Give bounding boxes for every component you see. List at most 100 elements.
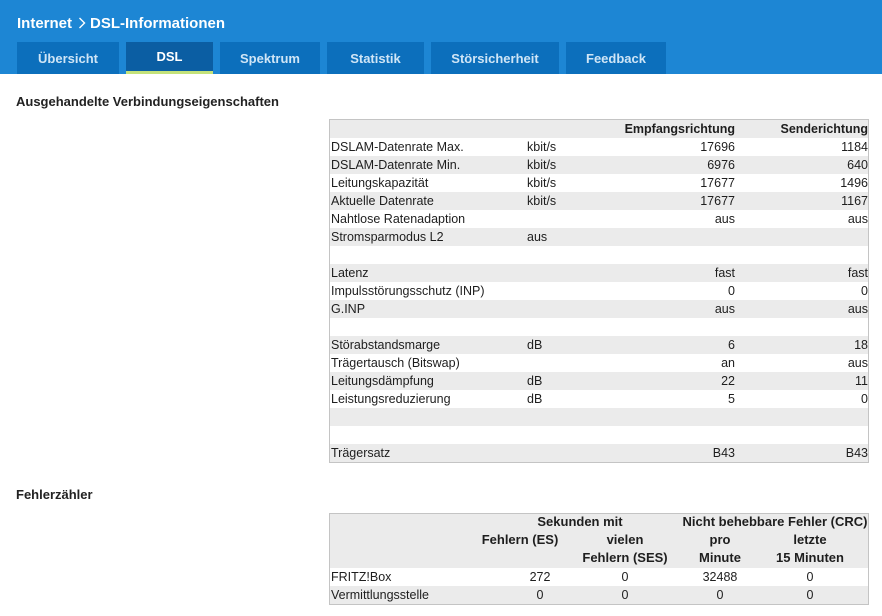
connection-row	[330, 318, 868, 336]
connection-row: Störabstandsmarge dB 6 18	[330, 336, 868, 354]
breadcrumb: Internet DSL-Informationen	[17, 13, 225, 33]
header-crc: Nicht behebbare Fehler (CRC)	[682, 514, 868, 529]
row-down-value: 6	[728, 338, 735, 352]
row-label: Leitungskapazität	[331, 176, 429, 190]
tab-feedback[interactable]: Feedback	[566, 42, 666, 74]
row-label: Aktuelle Datenrate	[331, 194, 434, 208]
row-up-value: 11	[855, 374, 868, 388]
error-ses-value: 0	[621, 570, 629, 584]
connection-row: Leitungskapazität kbit/s 17677 1496	[330, 174, 868, 192]
row-label: DSLAM-Datenrate Min.	[331, 158, 461, 172]
connection-table-header: Empfangsrichtung Senderichtung	[330, 120, 868, 138]
row-label: Nahtlose Ratenadaption	[331, 212, 466, 226]
row-up-value: 18	[854, 338, 868, 352]
row-up-value: 640	[847, 158, 868, 172]
tab-bar: Übersicht DSL Spektrum Statistik Störsic…	[17, 42, 673, 74]
row-up-value: 1167	[841, 194, 868, 208]
connection-row: Nahtlose Ratenadaption aus aus	[330, 210, 868, 228]
chevron-right-icon	[78, 17, 86, 29]
error-crc-15min-value: 0	[806, 570, 814, 584]
tab-dsl[interactable]: DSL	[126, 42, 213, 74]
row-up-value: 0	[861, 392, 868, 406]
row-label: Stromsparmodus L2	[331, 230, 444, 244]
connection-row	[330, 246, 868, 264]
row-up-value: aus	[847, 356, 868, 370]
connection-table: Empfangsrichtung Senderichtung DSLAM-Dat…	[329, 119, 869, 463]
col-header-down: Empfangsrichtung	[624, 122, 735, 136]
row-unit: kbit/s	[527, 140, 557, 154]
row-up-value: aus	[847, 302, 868, 316]
tab-spektrum[interactable]: Spektrum	[220, 42, 320, 74]
row-unit: dB	[527, 338, 543, 352]
header-es: Fehlern (ES)	[481, 532, 559, 547]
row-unit: kbit/s	[527, 176, 557, 190]
connection-row: DSLAM-Datenrate Max. kbit/s 17696 1184	[330, 138, 868, 156]
connection-row	[330, 408, 868, 426]
row-unit: dB	[527, 392, 543, 406]
row-down-value: 22	[721, 374, 735, 388]
row-up-value: 1184	[841, 140, 868, 154]
row-unit: kbit/s	[527, 194, 557, 208]
row-up-value: B43	[845, 446, 868, 460]
tab-statistik[interactable]: Statistik	[327, 42, 424, 74]
row-down-value: 0	[728, 284, 735, 298]
row-unit: dB	[527, 374, 543, 388]
row-label: G.INP	[331, 302, 366, 316]
header-ses-line1: vielen	[606, 532, 644, 547]
connection-row: Impulsstörungsschutz (INP) 0 0	[330, 282, 868, 300]
error-crc-15min-value: 0	[806, 588, 814, 602]
breadcrumb-internet[interactable]: Internet	[17, 15, 72, 32]
row-down-value: B43	[712, 446, 735, 460]
error-es-value: 272	[529, 570, 551, 584]
header-crc-15min-line2: 15 Minuten	[776, 550, 844, 565]
row-unit: aus	[527, 230, 548, 244]
error-row: FRITZ!Box 272 0 32488 0	[330, 568, 868, 586]
connection-row: Stromsparmodus L2 aus	[330, 228, 868, 246]
error-row: Vermittlungsstelle 0 0 0 0	[330, 586, 868, 604]
col-header-up: Senderichtung	[780, 122, 868, 136]
row-label: Leistungsreduzierung	[331, 392, 451, 406]
row-down-value: aus	[714, 212, 735, 226]
page-title: DSL-Informationen	[90, 14, 226, 32]
header-seconds: Sekunden mit	[537, 514, 623, 529]
connection-row: DSLAM-Datenrate Min. kbit/s 6976 640	[330, 156, 868, 174]
row-label: DSLAM-Datenrate Max.	[331, 140, 464, 154]
connection-row: Leitungsdämpfung dB 22 11	[330, 372, 868, 390]
row-down-value: fast	[714, 266, 735, 280]
tab-uebersicht[interactable]: Übersicht	[17, 42, 119, 74]
row-unit: kbit/s	[527, 158, 557, 172]
row-down-value: 17677	[700, 176, 735, 190]
row-down-value: aus	[714, 302, 735, 316]
connection-row: Aktuelle Datenrate kbit/s 17677 1167	[330, 192, 868, 210]
row-down-value: 6976	[707, 158, 735, 172]
error-crc-minute-value: 32488	[702, 570, 738, 584]
error-ses-value: 0	[621, 588, 629, 602]
tab-stoersicherheit[interactable]: Störsicherheit	[431, 42, 559, 74]
error-crc-minute-value: 0	[716, 588, 724, 602]
row-label: Störabstandsmarge	[331, 338, 441, 352]
error-row-label: FRITZ!Box	[331, 570, 392, 584]
error-row-label: Vermittlungsstelle	[331, 588, 429, 602]
row-down-value: 17677	[700, 194, 735, 208]
error-es-value: 0	[536, 588, 544, 602]
row-label: Leitungsdämpfung	[331, 374, 434, 388]
row-down-value: an	[721, 356, 735, 370]
connection-section-title: Ausgehandelte Verbindungseigenschaften	[16, 94, 279, 109]
row-label: Latenz	[331, 266, 369, 280]
header-crc-minute-line2: Minute	[699, 550, 741, 565]
row-up-value: 0	[861, 284, 868, 298]
header-bar: Internet DSL-Informationen Übersicht DSL…	[0, 0, 882, 74]
row-up-value: fast	[847, 266, 868, 280]
connection-row: Latenz fast fast	[330, 264, 868, 282]
connection-row: Leistungsreduzierung dB 5 0	[330, 390, 868, 408]
row-up-value: 1496	[840, 176, 868, 190]
error-table-header: Sekunden mit Nicht behebbare Fehler (CRC…	[330, 514, 868, 568]
connection-row: Trägertausch (Bitswap) an aus	[330, 354, 868, 372]
header-ses-line2: Fehlern (SES)	[582, 550, 668, 565]
header-crc-minute-line1: pro	[709, 532, 731, 547]
row-label: Impulsstörungsschutz (INP)	[331, 284, 485, 298]
errors-section-title: Fehlerzähler	[16, 487, 93, 502]
connection-row	[330, 426, 868, 444]
row-down-value: 17696	[700, 140, 735, 154]
header-crc-15min-line1: letzte	[793, 532, 827, 547]
